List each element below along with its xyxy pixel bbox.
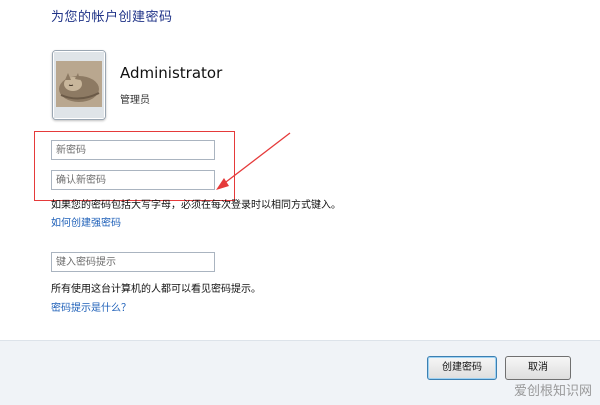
password-hint-help-link[interactable]: 密码提示是什么？ [51, 299, 131, 314]
case-sensitive-note: 如果您的密码包括大写字母，必须在每次登录时以相同方式键入。 [51, 200, 341, 211]
new-password-field[interactable] [51, 140, 215, 160]
confirm-password-field[interactable] [51, 170, 215, 190]
cancel-button[interactable]: 取消 [505, 356, 571, 380]
strong-password-link[interactable]: 如何创建强密码 [51, 214, 121, 229]
create-password-button[interactable]: 创建密码 [427, 356, 497, 380]
user-name: Administrator [120, 64, 223, 82]
page-title: 为您的帐户创建密码 [51, 10, 173, 25]
watermark-logo: 爱创根知识网 [513, 384, 592, 399]
password-hint-field[interactable] [51, 252, 215, 272]
user-role: 管理员 [120, 95, 150, 106]
create-password-window: 为您的帐户创建密码 Administrator 管理员 如果您的密码包括大写字母… [0, 0, 600, 405]
cat-avatar-icon [52, 50, 106, 120]
hint-visibility-note: 所有使用这台计算机的人都可以看见密码提示。 [51, 284, 261, 295]
